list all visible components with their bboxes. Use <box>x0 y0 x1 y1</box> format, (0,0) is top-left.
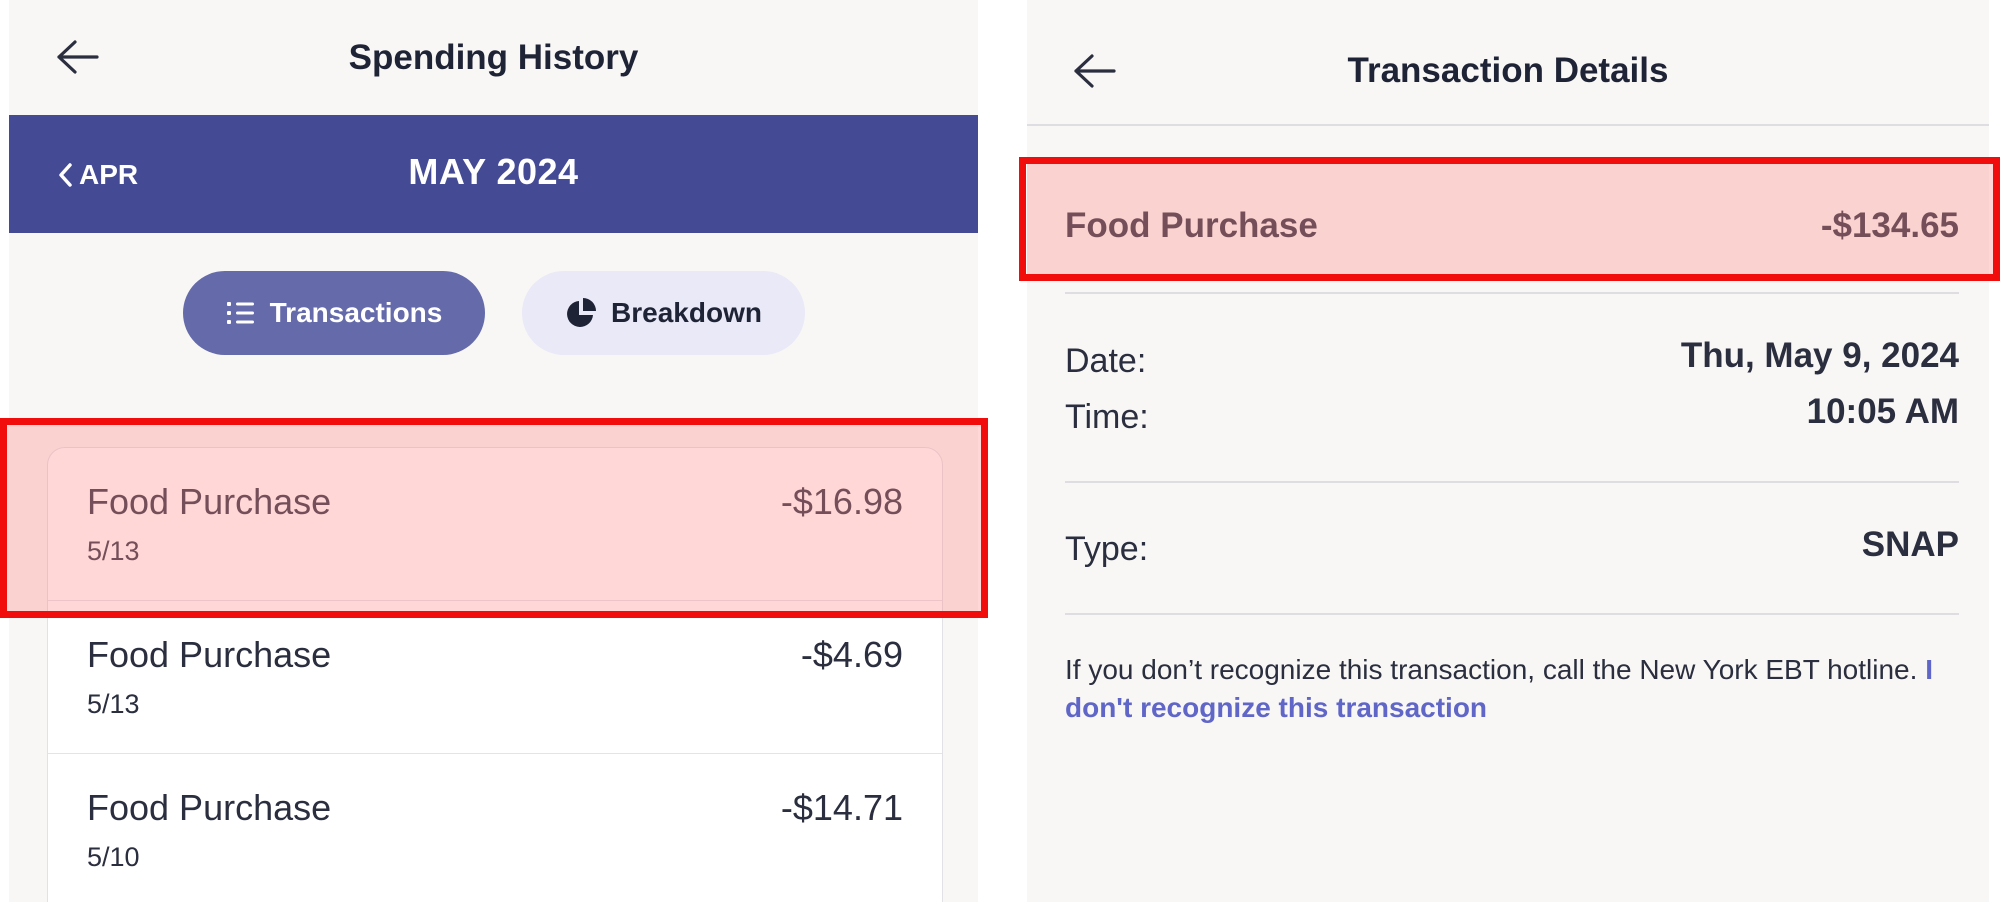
divider <box>1065 292 1959 294</box>
transaction-details-screen: Transaction Details Food Purchase -$134.… <box>1027 0 1989 902</box>
time-label: Time: <box>1065 398 1149 436</box>
date-value: Thu, May 9, 2024 <box>1680 336 1959 375</box>
transaction-list: Food Purchase 5/13 -$16.98 Food Purchase… <box>47 447 943 902</box>
spending-history-screen: Spending History APR MAY 2024 Transactio… <box>9 0 978 902</box>
page-title: Spending History <box>348 38 639 77</box>
pie-chart-icon <box>567 298 597 327</box>
transaction-name: Food Purchase <box>87 787 332 828</box>
date-label: Date: <box>1065 342 1147 380</box>
tab-transactions-label: Transactions <box>269 297 443 328</box>
transaction-date: 5/13 <box>87 689 140 719</box>
divider <box>1027 124 1989 126</box>
page-title: Transaction Details <box>1347 51 1669 90</box>
transaction-amount: -$4.69 <box>800 634 903 675</box>
transaction-date: 5/10 <box>87 842 140 872</box>
transaction-row[interactable]: Food Purchase 5/13 -$4.69 <box>48 601 942 754</box>
unrecognized-transaction-info: If you don’t recognize this transaction,… <box>1065 651 1945 727</box>
transaction-amount: -$134.65 <box>1820 206 1959 245</box>
divider <box>1065 613 1959 615</box>
month-navigation-bar: APR MAY 2024 <box>9 115 978 233</box>
tab-breakdown-label: Breakdown <box>611 297 762 328</box>
transaction-name: Food Purchase <box>87 634 332 675</box>
type-value: SNAP <box>1861 525 1959 564</box>
type-label: Type: <box>1065 530 1149 568</box>
transaction-date: 5/13 <box>87 536 140 566</box>
list-icon <box>226 302 254 324</box>
transaction-amount: -$14.71 <box>780 787 903 828</box>
transaction-amount: -$16.98 <box>780 481 903 522</box>
current-month-label: MAY 2024 <box>408 151 579 192</box>
tab-transactions[interactable]: Transactions <box>183 271 485 355</box>
tab-breakdown[interactable]: Breakdown <box>522 271 805 355</box>
transaction-name: Food Purchase <box>1065 206 1318 245</box>
info-text: If you don’t recognize this transaction,… <box>1065 654 1926 685</box>
time-value: 10:05 AM <box>1806 392 1959 431</box>
transaction-row[interactable]: Food Purchase 5/13 -$16.98 <box>48 448 942 601</box>
transaction-row[interactable]: Food Purchase 5/10 -$14.71 <box>48 754 942 902</box>
divider <box>1065 481 1959 483</box>
transaction-name: Food Purchase <box>87 481 332 522</box>
